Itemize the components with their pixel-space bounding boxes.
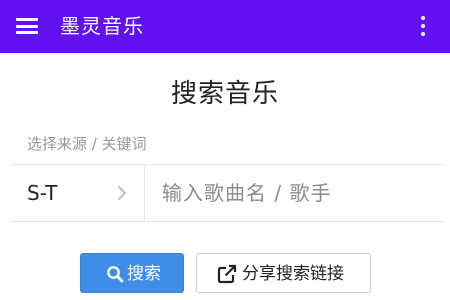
share-search-link-button[interactable]: 分享搜索链接: [196, 253, 371, 293]
chevron-right-icon: [118, 186, 126, 200]
app-title: 墨灵音乐: [60, 14, 144, 38]
vertical-divider: [144, 165, 145, 221]
share-button-label: 分享搜索链接: [242, 264, 344, 284]
search-input[interactable]: [150, 165, 440, 221]
source-keyword-label: 选择来源 / 关键词: [27, 135, 147, 153]
app-bar: 墨灵音乐: [0, 0, 450, 53]
external-link-icon: [217, 264, 237, 284]
search-button-label: 搜索: [127, 264, 161, 284]
hamburger-menu-icon[interactable]: [16, 18, 38, 34]
source-value: S-T: [27, 181, 58, 205]
page-title: 搜索音乐: [170, 79, 279, 109]
source-selector[interactable]: S-T: [10, 165, 145, 221]
search-button[interactable]: 搜索: [80, 253, 184, 293]
search-icon: [107, 266, 124, 283]
divider: [10, 221, 445, 222]
more-vertical-icon[interactable]: [418, 15, 428, 37]
